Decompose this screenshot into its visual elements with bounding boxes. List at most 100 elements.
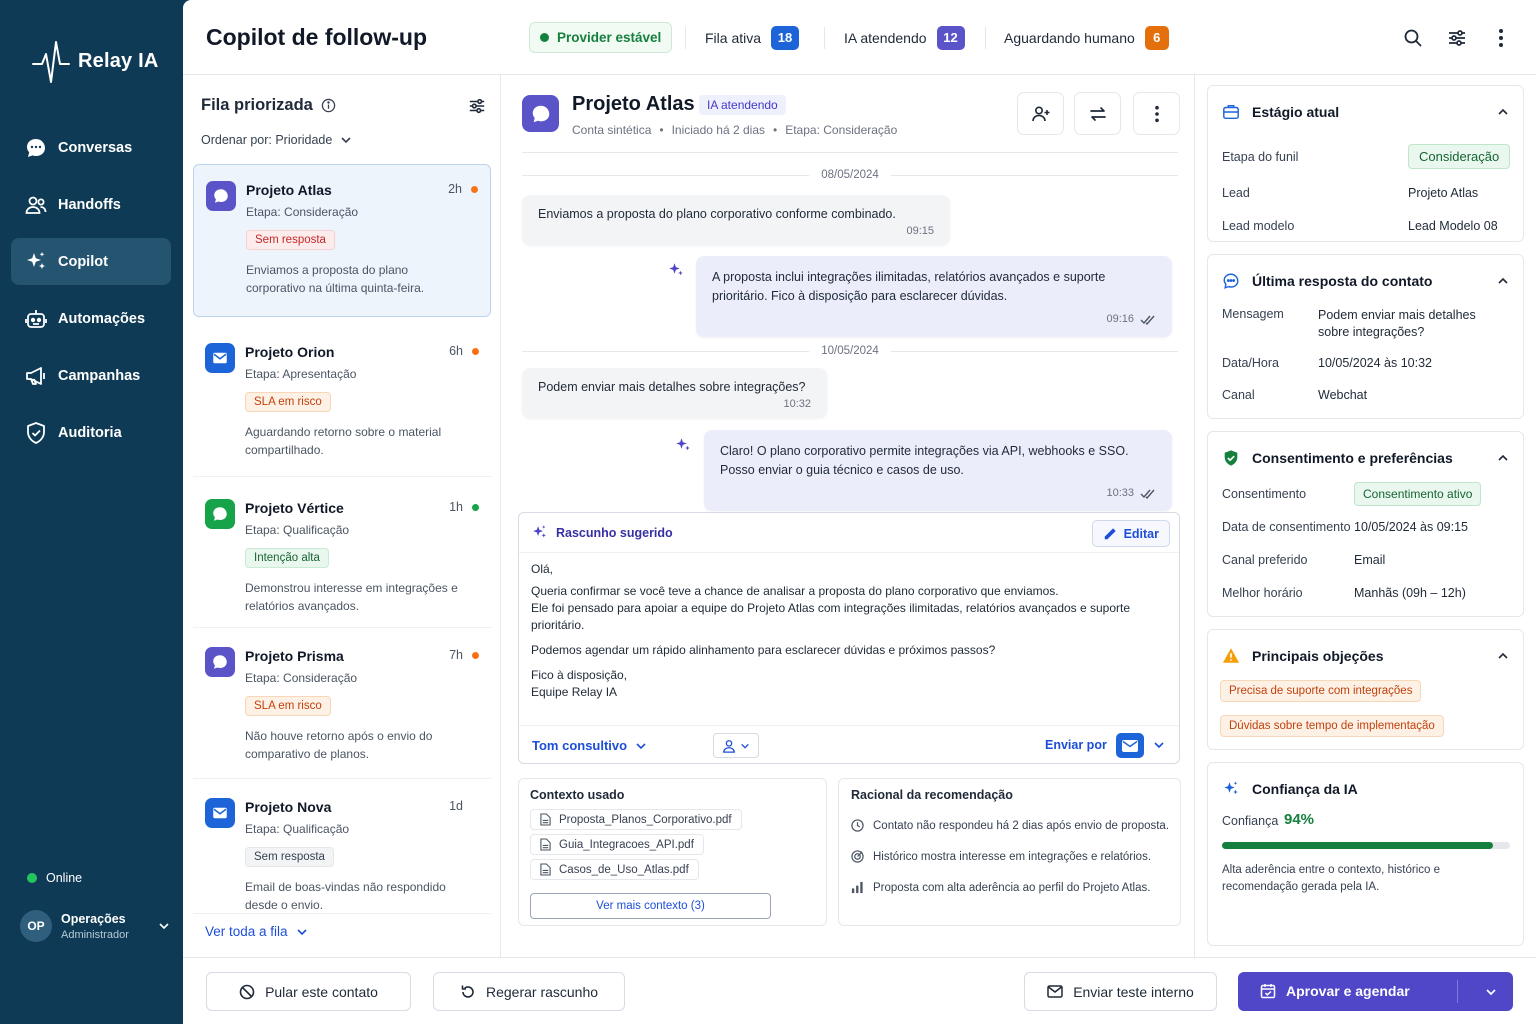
- rationale-text: Contato não respondeu há 2 dias após env…: [873, 819, 1170, 832]
- draft-footer: Tom consultivo Enviar por: [519, 725, 1179, 763]
- confidence-bar-fill: [1222, 842, 1493, 849]
- nav-label: Campanhas: [58, 367, 141, 384]
- info-icon[interactable]: [321, 98, 336, 113]
- target-icon: [851, 850, 864, 863]
- consent-header[interactable]: Consentimento e preferências: [1222, 449, 1453, 467]
- send-internal-test-button[interactable]: Enviar teste interno: [1024, 972, 1217, 1011]
- last-reply-header[interactable]: Última resposta do contato: [1222, 272, 1432, 290]
- details-panel: Estágio atual Etapa do funil Consideraçã…: [1195, 75, 1536, 957]
- rationale-text: Proposta com alta aderência ao perfil do…: [873, 881, 1151, 894]
- chevron-down-icon: [741, 743, 749, 749]
- robot-icon: [24, 307, 48, 331]
- approve-dropdown[interactable]: [1469, 972, 1513, 1011]
- stat-fila-ativa[interactable]: Fila ativa 18: [705, 22, 800, 53]
- skip-contact-button[interactable]: Pular este contato: [206, 972, 411, 1011]
- more-vertical-icon: [1499, 29, 1503, 47]
- persona-select[interactable]: [713, 733, 759, 758]
- priority-dot-icon: [472, 348, 479, 355]
- stage-title: Estágio atual: [1252, 104, 1340, 120]
- rationale-title: Racional da recomendação: [851, 788, 1013, 802]
- queue-item[interactable]: Projeto Atlas 2h Etapa: Consideração Sem…: [193, 164, 491, 317]
- transfer-button[interactable]: [1074, 92, 1121, 135]
- more-menu-button[interactable]: [1489, 26, 1513, 50]
- conversation-meta: Conta sintética • Iniciado há 2 dias • E…: [572, 123, 897, 137]
- chevron-up-icon[interactable]: [1497, 452, 1509, 464]
- chevron-up-icon[interactable]: [1497, 650, 1509, 662]
- user-icon: [723, 739, 735, 753]
- nav-item-handoffs[interactable]: Handoffs: [11, 181, 171, 228]
- stat-ia-atendendo[interactable]: IA atendendo 12: [844, 22, 965, 53]
- consent-value: Manhãs (09h – 12h): [1354, 586, 1466, 600]
- stat-aguardando-humano[interactable]: Aguardando humano 6: [1004, 22, 1169, 53]
- tone-select[interactable]: Tom consultivo: [532, 738, 647, 753]
- online-status[interactable]: Online: [27, 871, 82, 885]
- nav-item-auditoria[interactable]: Auditoria: [11, 409, 171, 456]
- chevron-down-icon: [296, 928, 307, 935]
- assign-user-button[interactable]: [1017, 92, 1064, 135]
- chevron-up-icon[interactable]: [1497, 106, 1509, 118]
- user-name: Operações: [61, 911, 126, 926]
- context-file[interactable]: Guia_Integracoes_API.pdf: [530, 834, 704, 855]
- date-separator: 08/05/2024: [522, 168, 1178, 182]
- context-file[interactable]: Casos_de_Uso_Atlas.pdf: [530, 859, 699, 880]
- filters-button[interactable]: [1445, 26, 1469, 50]
- chevron-down-icon: [159, 923, 169, 930]
- draft-title: Rascunho sugerido: [556, 525, 673, 540]
- email-channel-icon: [205, 798, 235, 828]
- ban-icon: [239, 984, 255, 999]
- objections-header[interactable]: Principais objeções: [1222, 647, 1384, 664]
- nav-label: Auditoria: [58, 424, 122, 441]
- nav-item-copilot[interactable]: Copilot: [11, 238, 171, 285]
- draft-textarea[interactable]: Olá, Queria confirmar se você teve a cha…: [531, 561, 1151, 701]
- chevron-up-icon[interactable]: [1497, 275, 1509, 287]
- regenerate-draft-button[interactable]: Regerar rascunho: [433, 972, 625, 1011]
- see-all-queue-link[interactable]: Ver toda a fila: [205, 924, 308, 939]
- conversation-more-button[interactable]: [1133, 92, 1180, 135]
- queue-item[interactable]: Projeto Vértice 1h Etapa: Qualificação I…: [193, 483, 491, 628]
- message-text: Podem enviar mais detalhes sobre integra…: [538, 380, 806, 394]
- double-check-icon: [1140, 315, 1155, 325]
- send-channel-dropdown[interactable]: [1153, 739, 1165, 751]
- send-channel-email-button[interactable]: [1116, 733, 1144, 758]
- edit-draft-button[interactable]: Editar: [1091, 520, 1170, 547]
- nav-item-campanhas[interactable]: Campanhas: [11, 352, 171, 399]
- tone-label: Tom consultivo: [532, 738, 628, 753]
- queue-panel: Fila priorizada Ordenar por: Prioridade …: [183, 75, 501, 957]
- context-file[interactable]: Proposta_Planos_Corporativo.pdf: [530, 809, 742, 830]
- stat-label: Fila ativa: [705, 29, 762, 46]
- conversation-panel: Projeto Atlas IA atendendo Conta sintéti…: [501, 75, 1195, 957]
- stage-value: Lead Modelo 08: [1408, 219, 1498, 233]
- sliders-icon: [1449, 30, 1465, 46]
- queue-item[interactable]: Projeto Orion 6h Etapa: Apresentação SLA…: [193, 327, 491, 477]
- priority-dot-icon: [472, 504, 479, 511]
- message-time: 10:32: [783, 398, 811, 410]
- user-menu[interactable]: OP Operações Administrador: [20, 910, 170, 942]
- page-title: Copilot de follow-up: [206, 24, 428, 50]
- search-button[interactable]: [1401, 26, 1425, 50]
- sparkles-icon: [24, 250, 48, 274]
- ai-sparkle-icon: [676, 438, 690, 451]
- approve-schedule-button[interactable]: Aprovar e agendar: [1238, 972, 1513, 1011]
- double-check-icon: [1140, 489, 1155, 499]
- megaphone-icon: [24, 364, 48, 388]
- file-icon: [540, 813, 551, 826]
- queue-item[interactable]: Projeto Prisma 7h Etapa: Consideração SL…: [193, 631, 491, 779]
- nav-item-conversas[interactable]: Conversas: [11, 124, 171, 171]
- queue-item[interactable]: Projeto Nova 1d Etapa: Qualificação Sem …: [193, 782, 491, 914]
- item-stage: Etapa: Qualificação: [245, 523, 350, 537]
- approve-main[interactable]: Aprovar e agendar: [1260, 983, 1410, 999]
- item-name: Projeto Atlas: [246, 182, 332, 198]
- order-select[interactable]: Ordenar por: Prioridade: [201, 133, 352, 147]
- brand-logo[interactable]: Relay IA: [32, 38, 159, 84]
- consent-label: Consentimento: [1222, 487, 1307, 501]
- queue-filter-button[interactable]: [468, 97, 486, 115]
- queue-title-text: Fila priorizada: [201, 96, 313, 114]
- objections-title: Principais objeções: [1252, 647, 1384, 664]
- see-more-context-button[interactable]: Ver mais contexto (3): [530, 893, 771, 919]
- draft-line: Equipe Relay IA: [531, 685, 618, 699]
- stage-label: Lead modelo: [1222, 219, 1295, 233]
- nav-item-automacoes[interactable]: Automações: [11, 295, 171, 342]
- approve-label: Aprovar e agendar: [1286, 983, 1410, 999]
- reply-label: Canal: [1222, 388, 1255, 402]
- stage-header[interactable]: Estágio atual: [1222, 103, 1339, 121]
